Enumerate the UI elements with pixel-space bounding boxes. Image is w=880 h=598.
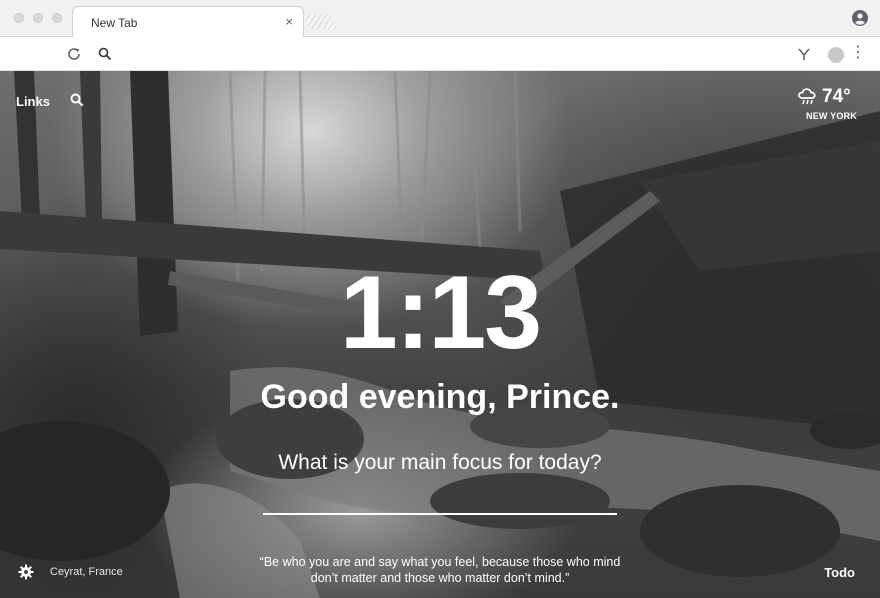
menu-icon[interactable]: ⋮ [850,45,866,61]
greeting: Good evening, Prince. [260,378,620,416]
zoom-window-dot[interactable] [52,13,62,23]
clock: 1:13 [339,255,542,371]
toolbar: ⋮ [0,37,880,71]
links-button[interactable]: Links [16,94,50,109]
tab-new-tab[interactable]: New Tab × [72,6,304,38]
weather-widget[interactable]: 74° NEW YORK [796,83,860,123]
profile-icon[interactable] [852,10,868,26]
reload-icon[interactable] [66,46,82,62]
tab-title: New Tab [91,16,138,30]
gear-icon[interactable] [18,564,34,580]
search-icon[interactable] [70,93,84,107]
photo-location[interactable]: Ceyrat, France [50,566,123,578]
extension-icon[interactable] [796,46,812,62]
tab-close-button[interactable]: × [285,14,293,29]
cloud-rain-icon [798,88,816,105]
browser-chrome: New Tab × ⋮ [0,0,880,71]
daily-quote: “Be who you are and say what you feel, b… [200,554,680,586]
close-window-dot[interactable] [14,13,24,23]
quote-line-2: don’t matter and those who matter don’t … [310,571,570,585]
new-tab-button[interactable] [303,14,337,30]
focus-input[interactable] [263,495,617,515]
new-tab-page: Links 74° NEW YORK 1:13 Good evening, Pr… [0,71,880,598]
extension-circle-icon[interactable] [828,47,844,63]
todo-button[interactable]: Todo [824,565,855,580]
address-bar[interactable] [92,44,782,64]
weather-temperature: 74° [822,86,851,107]
quote-line-1: “Be who you are and say what you feel, b… [259,555,621,569]
tab-strip: New Tab × [0,0,880,38]
search-icon [98,47,112,61]
focus-question: What is your main focus for today? [278,451,602,474]
minimize-window-dot[interactable] [33,13,43,23]
weather-location: NEW YORK [806,111,857,121]
